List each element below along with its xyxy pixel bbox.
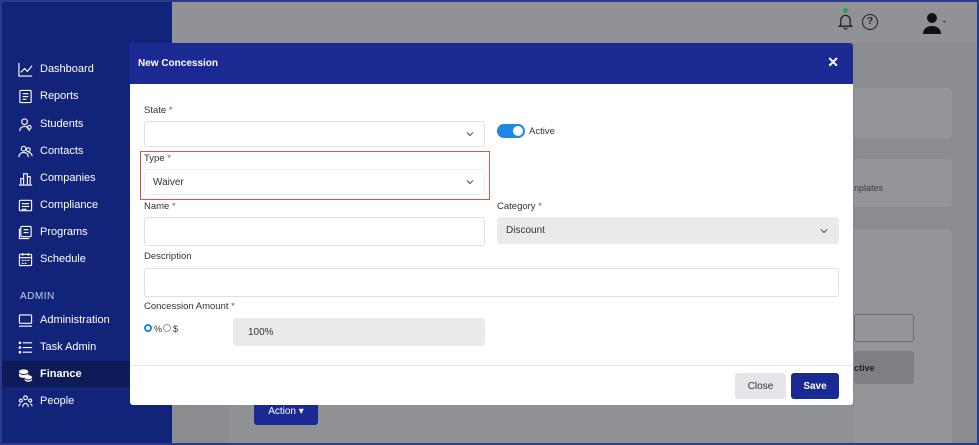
required-marker: * — [168, 105, 173, 116]
category-label-text: Category — [497, 201, 536, 212]
people-icon — [18, 394, 33, 407]
background-card — [854, 88, 952, 138]
sidebar-item-label: Administration — [40, 314, 110, 326]
state-select[interactable] — [144, 121, 485, 147]
top-bar: ? — [172, 2, 977, 42]
sidebar-item-label: Finance — [40, 368, 82, 380]
background-tab-fragment: nplates — [854, 183, 884, 193]
state-label: State * — [144, 105, 173, 116]
description-input[interactable] — [144, 268, 839, 297]
state-label-text: State — [144, 105, 167, 116]
sidebar-item-label: People — [40, 395, 75, 407]
required-marker: * — [538, 201, 542, 212]
background-column-fragment: ctive — [854, 363, 875, 373]
chevron-down-icon — [466, 132, 474, 137]
category-select[interactable]: Discount — [497, 217, 839, 244]
category-value: Discount — [506, 225, 545, 236]
close-icon[interactable]: ✕ — [827, 55, 839, 69]
active-toggle[interactable] — [497, 124, 525, 138]
help-icon[interactable]: ? — [862, 14, 878, 30]
contacts-icon — [18, 145, 33, 157]
user-avatar-icon[interactable] — [922, 10, 948, 36]
percent-radio[interactable] — [144, 324, 152, 332]
description-label: Description — [144, 251, 192, 262]
students-icon — [19, 117, 32, 131]
type-field-highlight — [140, 151, 490, 200]
concession-amount-label-text: Concession Amount — [144, 301, 229, 312]
sidebar-item-label: Compliance — [40, 199, 99, 211]
sidebar-item-label: Schedule — [40, 253, 86, 265]
name-input[interactable] — [144, 217, 485, 246]
app-window: Dashboard Reports Students Contacts Comp… — [0, 0, 979, 445]
concession-amount-label: Concession Amount * — [144, 301, 235, 312]
required-marker: * — [171, 201, 176, 212]
compliance-icon — [18, 199, 33, 211]
concession-amount-input[interactable]: 100% — [233, 318, 485, 346]
sidebar-item-label: Programs — [40, 226, 88, 238]
sidebar-item-label: Students — [40, 118, 84, 130]
footer-divider — [130, 365, 853, 366]
dollar-radio[interactable] — [163, 324, 171, 332]
percent-radio-label: % — [154, 324, 163, 334]
sidebar-item-label: Reports — [40, 90, 79, 102]
sidebar-item-label: Task Admin — [40, 341, 97, 353]
notification-dot — [843, 8, 848, 13]
monitor-icon — [18, 313, 33, 327]
sidebar-section-admin: ADMIN — [20, 291, 55, 302]
sidebar-item-label: Companies — [40, 172, 96, 184]
dialog-title: New Concession — [138, 58, 219, 69]
dollar-radio-label: $ — [173, 324, 179, 334]
save-button[interactable]: Save — [791, 373, 839, 399]
category-label: Category * — [497, 201, 542, 212]
chart-line-icon — [18, 62, 33, 77]
close-button[interactable]: Close — [735, 373, 786, 399]
chevron-down-icon — [820, 229, 828, 234]
bell-icon[interactable] — [838, 12, 853, 30]
background-search-field — [854, 314, 914, 342]
active-label: Active — [529, 126, 555, 137]
dialog-header: New Concession ✕ — [130, 43, 853, 84]
required-marker: * — [231, 301, 235, 312]
report-icon — [19, 89, 32, 103]
calendar-icon — [18, 252, 33, 266]
name-label-text: Name — [144, 201, 170, 212]
coins-icon — [18, 368, 33, 382]
new-concession-dialog: New Concession ✕ State * Active Type * W… — [130, 43, 853, 405]
concession-amount-value: 100% — [248, 326, 274, 338]
programs-icon — [18, 225, 32, 239]
sidebar-item-label: Contacts — [40, 145, 84, 157]
sidebar-item-label: Dashboard — [40, 63, 94, 75]
companies-icon — [18, 172, 33, 186]
list-icon — [18, 341, 33, 353]
name-label: Name * — [144, 201, 176, 212]
